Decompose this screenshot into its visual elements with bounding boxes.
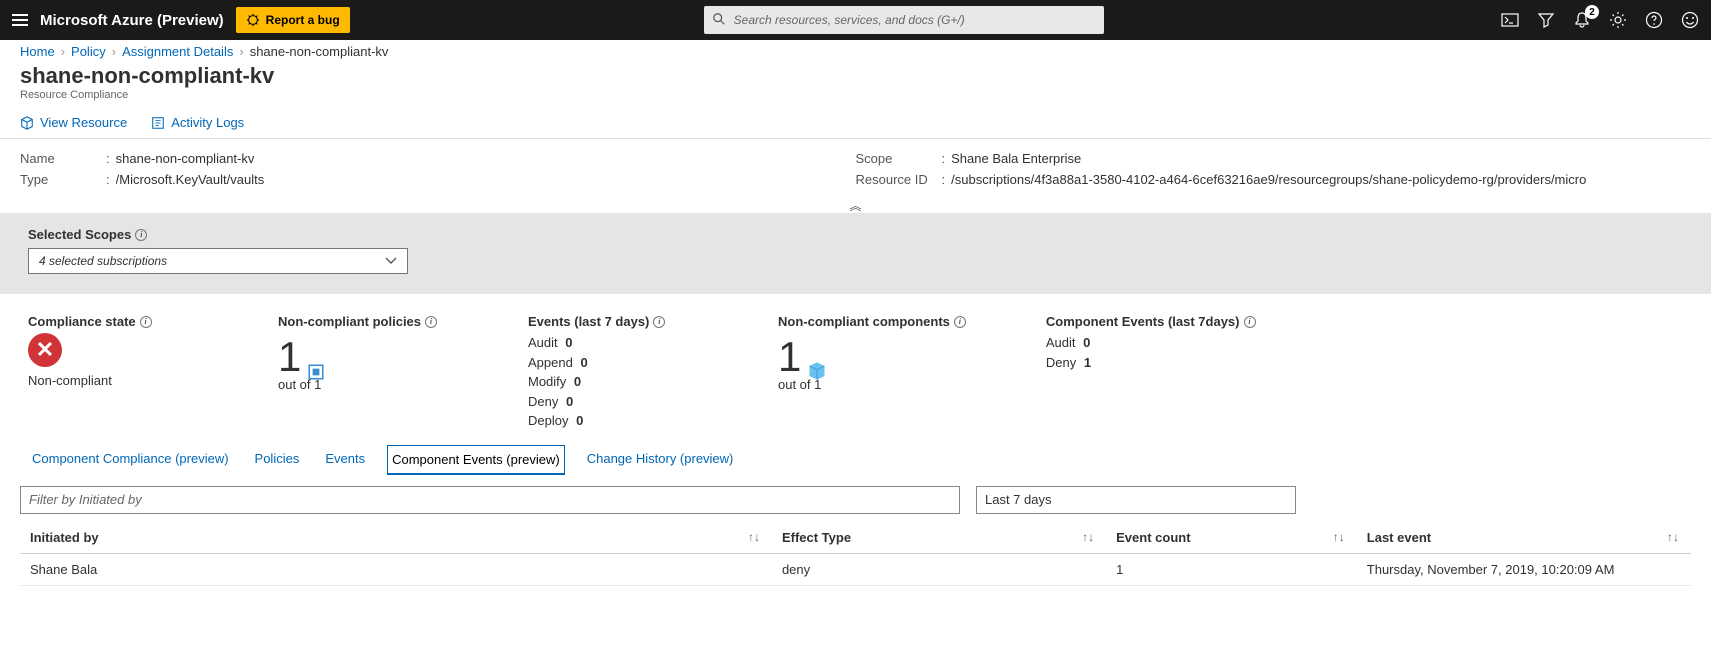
help-icon[interactable] (1645, 11, 1663, 29)
directory-filter-icon[interactable] (1537, 11, 1555, 29)
info-icon[interactable]: i (135, 229, 147, 241)
col-last-event[interactable]: Last event↑↓ (1357, 522, 1691, 554)
essentials-collapse-toggle[interactable]: ︽ (0, 197, 1711, 213)
selected-scopes-section: Selected Scopes i 4 selected subscriptio… (0, 213, 1711, 294)
bug-icon (246, 13, 260, 27)
tab-policies[interactable]: Policies (251, 445, 304, 475)
compliance-state-tile: Compliance statei ✕ Non-compliant (28, 314, 198, 431)
sort-icon: ↑↓ (748, 530, 760, 544)
compliance-state-value: Non-compliant (28, 373, 198, 388)
info-icon[interactable]: i (140, 316, 152, 328)
event-row: Audit 0 (1046, 333, 1256, 353)
scope-value: Shane Bala Enterprise (951, 151, 1081, 166)
sort-icon: ↑↓ (1333, 530, 1345, 544)
page-title: shane-non-compliant-kv (20, 63, 1691, 89)
breadcrumb-home[interactable]: Home (20, 44, 55, 59)
timerange-dropdown[interactable]: Last 7 days (976, 486, 1296, 514)
activity-logs-button[interactable]: Activity Logs (151, 115, 244, 130)
tab-strip: Component Compliance (preview) Policies Ev… (0, 445, 1711, 476)
scopes-dropdown[interactable]: 4 selected subscriptions (28, 248, 408, 274)
name-value: shane-non-compliant-kv (116, 151, 255, 166)
report-bug-button[interactable]: Report a bug (236, 7, 350, 33)
selected-scopes-label: Selected Scopes (28, 227, 131, 242)
info-icon[interactable]: i (1244, 316, 1256, 328)
tab-component-compliance-preview-[interactable]: Component Compliance (preview) (28, 445, 233, 475)
global-search-input[interactable] (704, 6, 1104, 34)
resource-id-label: Resource ID (856, 172, 936, 187)
chevron-down-icon (385, 257, 397, 265)
col-initiated-by[interactable]: Initiated by↑↓ (20, 522, 772, 554)
page-header: shane-non-compliant-kv Resource Complian… (0, 63, 1711, 107)
sort-icon: ↑↓ (1082, 530, 1094, 544)
compliance-tiles: Compliance statei ✕ Non-compliant Non-co… (0, 294, 1711, 439)
event-row: Append 0 (528, 353, 698, 373)
breadcrumb-assignment-details[interactable]: Assignment Details (122, 44, 233, 59)
type-value: /Microsoft.KeyVault/vaults (116, 172, 265, 187)
events-7days-tile: Events (last 7 days)i Audit 0Append 0Mod… (528, 314, 698, 431)
noncompliant-icon: ✕ (28, 333, 62, 367)
tab-events[interactable]: Events (321, 445, 369, 475)
name-label: Name (20, 151, 100, 166)
info-icon[interactable]: i (653, 316, 665, 328)
info-icon[interactable]: i (425, 316, 437, 328)
breadcrumb-current: shane-non-compliant-kv (250, 44, 389, 59)
brand-label: Microsoft Azure (Preview) (40, 12, 224, 29)
col-event-count[interactable]: Event count↑↓ (1106, 522, 1357, 554)
resource-id-value: /subscriptions/4f3a88a1-3580-4102-a464-6… (951, 172, 1586, 187)
breadcrumb-policy[interactable]: Policy (71, 44, 106, 59)
breadcrumb: Home › Policy › Assignment Details › sha… (0, 40, 1711, 63)
event-row: Deny 1 (1046, 353, 1256, 373)
noncompliant-components-tile: Non-compliant componentsi 1 out of 1 (778, 314, 966, 431)
page-subtitle: Resource Compliance (20, 89, 1691, 101)
scope-label: Scope (856, 151, 936, 166)
events-table: Initiated by↑↓Effect Type↑↓Event count↑↓… (20, 522, 1691, 586)
settings-gear-icon[interactable] (1609, 11, 1627, 29)
tab-change-history-preview-[interactable]: Change History (preview) (583, 445, 738, 475)
table-row[interactable]: Shane Baladeny1Thursday, November 7, 201… (20, 553, 1691, 585)
search-icon (712, 12, 726, 26)
filter-initiated-by-input[interactable] (20, 486, 960, 514)
top-bar: Microsoft Azure (Preview) Report a bug 2 (0, 0, 1711, 40)
filter-row: Last 7 days (0, 476, 1711, 518)
essentials-section: Name : shane-non-compliant-kv Type : /Mi… (0, 139, 1711, 197)
col-effect-type[interactable]: Effect Type↑↓ (772, 522, 1106, 554)
event-row: Modify 0 (528, 372, 698, 392)
event-row: Audit 0 (528, 333, 698, 353)
log-icon (151, 116, 165, 130)
cloud-shell-icon[interactable] (1501, 11, 1519, 29)
cube-icon (20, 116, 34, 130)
event-row: Deny 0 (528, 392, 698, 412)
noncompliant-policies-tile: Non-compliant policiesi 1 out of 1 (278, 314, 448, 431)
hamburger-menu-icon[interactable] (12, 14, 28, 26)
command-bar: View Resource Activity Logs (0, 107, 1711, 139)
event-row: Deploy 0 (528, 411, 698, 431)
tab-component-events-preview-[interactable]: Component Events (preview) (387, 445, 565, 475)
component-events-7days-tile: Component Events (last 7days)i Audit 0De… (1046, 314, 1256, 431)
notification-badge: 2 (1585, 5, 1599, 19)
type-label: Type (20, 172, 100, 187)
feedback-icon[interactable] (1681, 11, 1699, 29)
info-icon[interactable]: i (954, 316, 966, 328)
sort-icon: ↑↓ (1667, 530, 1679, 544)
view-resource-button[interactable]: View Resource (20, 115, 127, 130)
notifications-icon[interactable]: 2 (1573, 11, 1591, 29)
